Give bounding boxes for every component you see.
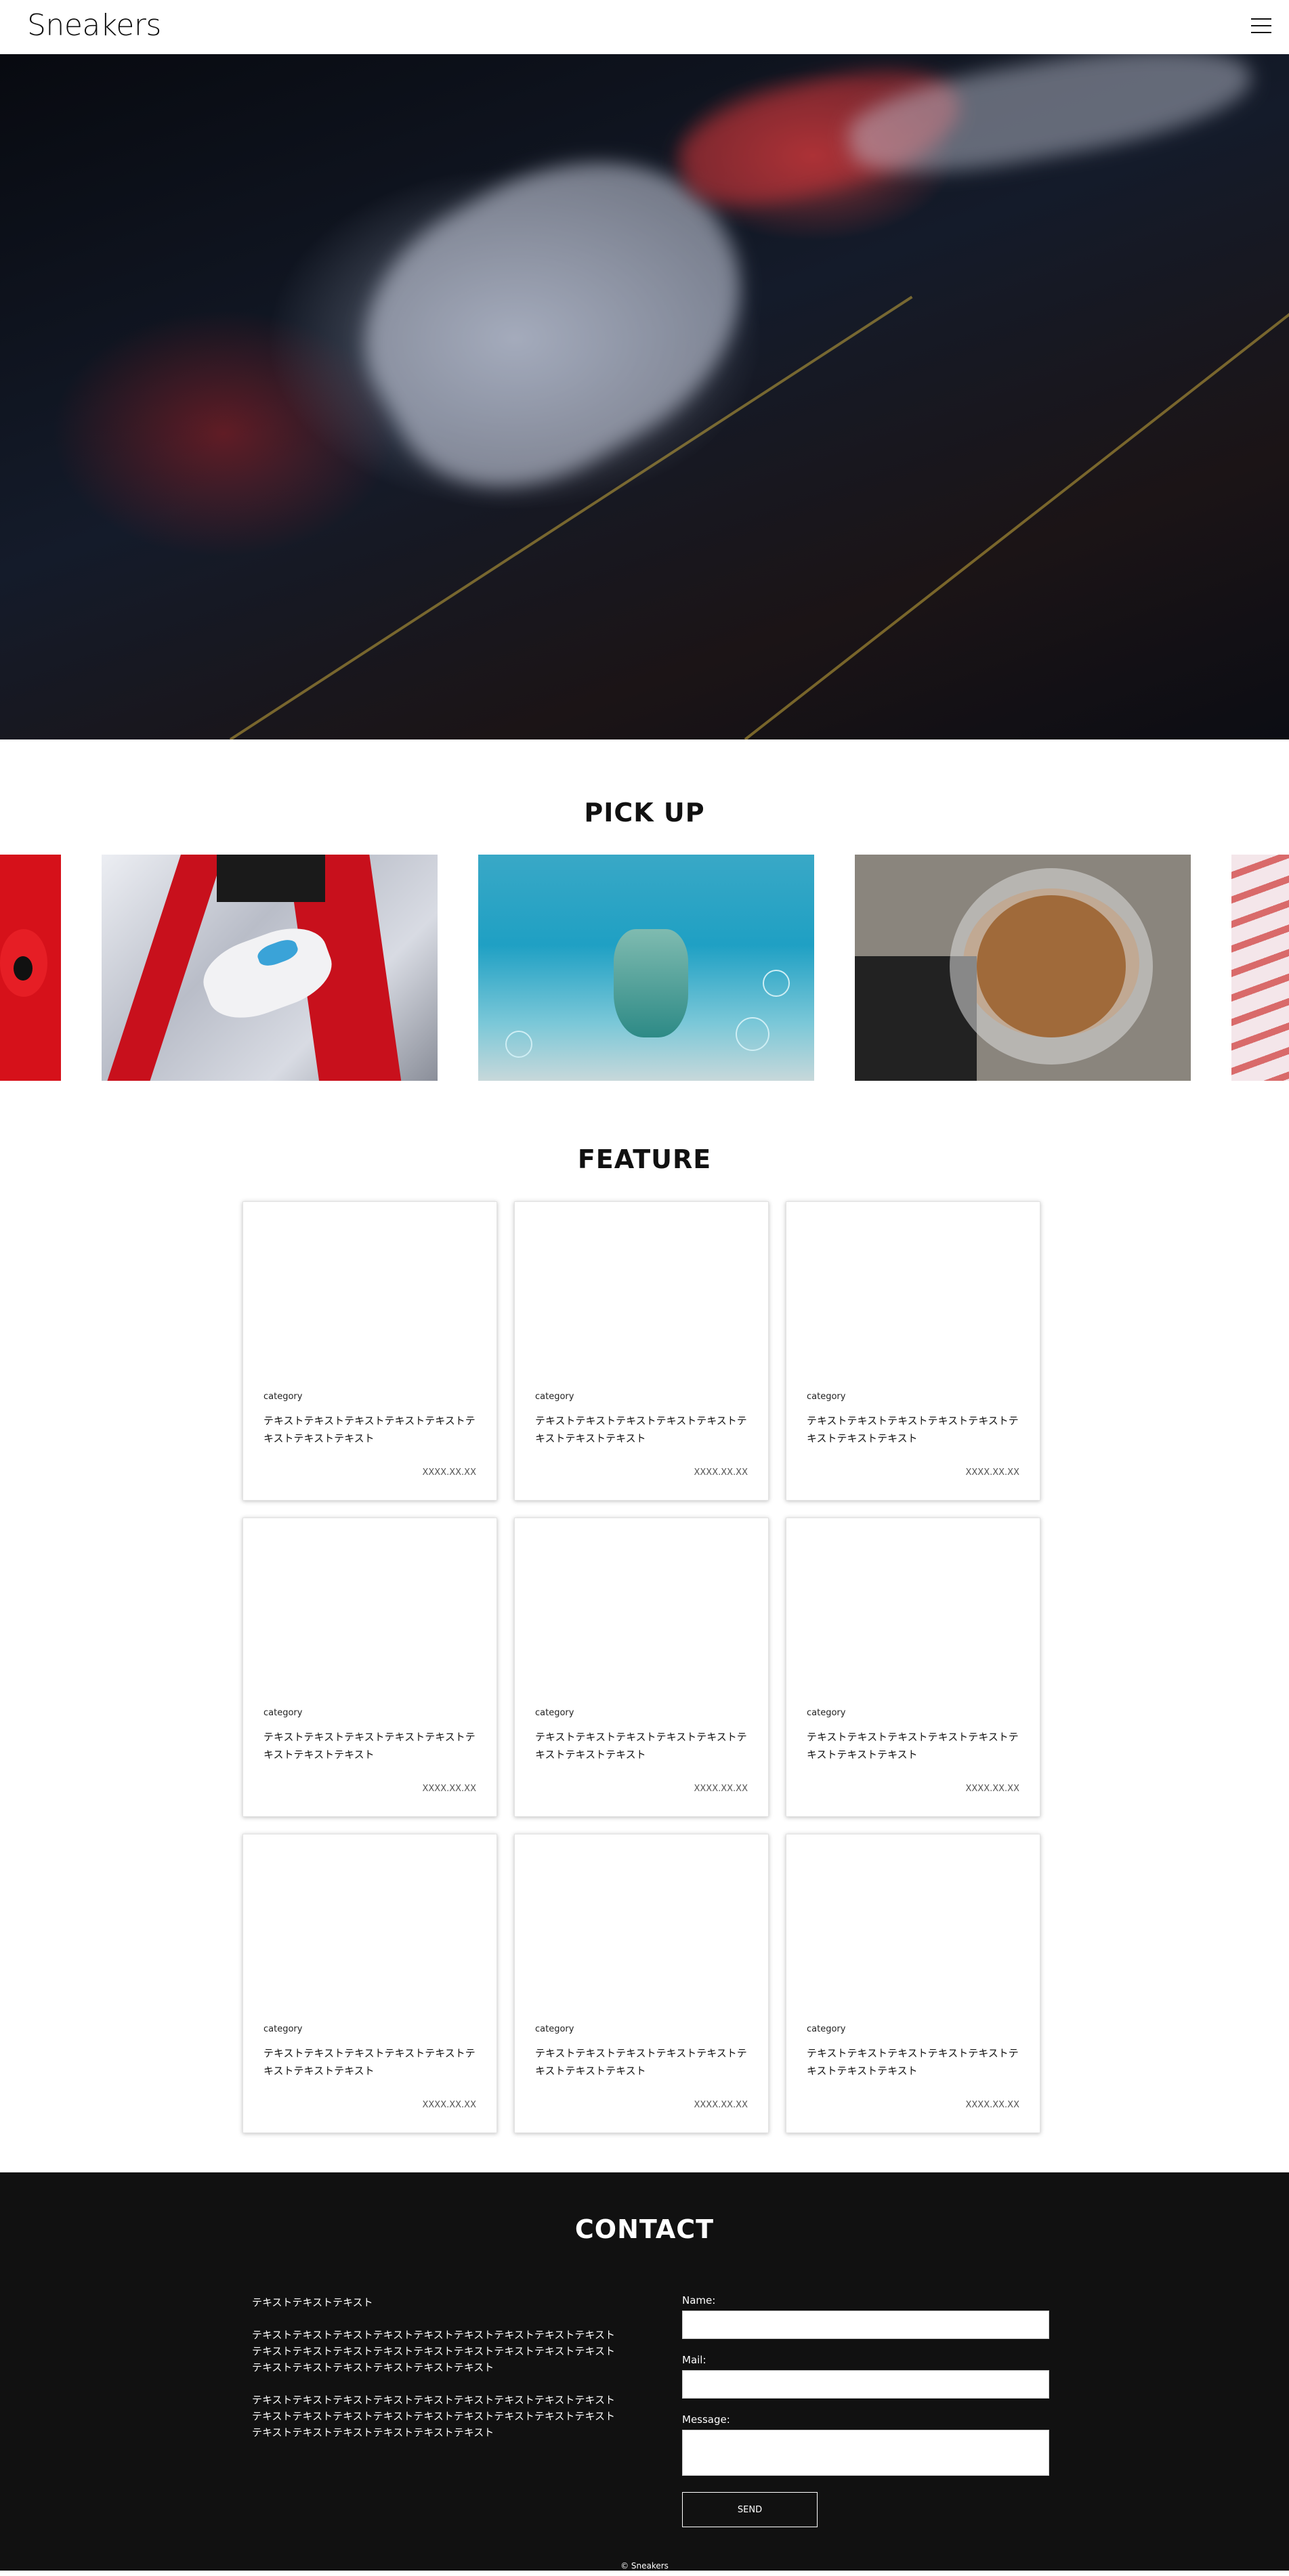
contact-paragraph: テキストテキストテキストテキストテキストテキストテキストテキストテキストテキスト… xyxy=(252,2394,615,2439)
card-category: category xyxy=(263,2024,303,2034)
contact-title: CONTACT xyxy=(574,2214,715,2244)
feature-card[interactable]: category テキストテキストテキストテキストテキストテキストテキストテキス… xyxy=(786,1834,1040,2133)
card-text: テキストテキストテキストテキストテキストテキストテキストテキスト xyxy=(263,1415,476,1444)
contact-paragraph: テキストテキストテキスト xyxy=(252,2296,373,2309)
card-date: XXXX.XX.XX xyxy=(965,1784,1019,1794)
hamburger-icon[interactable] xyxy=(1251,18,1271,35)
card-category: category xyxy=(263,1392,303,1402)
card-date: XXXX.XX.XX xyxy=(422,1467,476,1478)
contact-description: テキストテキストテキスト テキストテキストテキストテキストテキストテキストテキス… xyxy=(252,2294,618,2457)
card-category: category xyxy=(807,2024,846,2034)
send-button[interactable]: SEND xyxy=(682,2492,818,2527)
card-text: テキストテキストテキストテキストテキストテキストテキストテキスト xyxy=(535,2047,747,2077)
feature-card[interactable]: category テキストテキストテキストテキストテキストテキストテキストテキス… xyxy=(242,1518,497,1817)
feature-card[interactable]: category テキストテキストテキストテキストテキストテキストテキストテキス… xyxy=(514,1834,769,2133)
pickup-section: PICK UP xyxy=(0,739,1289,1142)
site-header: Sneakers xyxy=(0,0,1289,54)
card-category: category xyxy=(535,1708,574,1718)
feature-section: FEATURE category テキストテキストテキストテキストテキストテキス… xyxy=(0,1142,1289,2133)
copyright-text: © Sneakers xyxy=(620,2561,669,2571)
card-date: XXXX.XX.XX xyxy=(694,2100,748,2110)
card-category: category xyxy=(807,1392,846,1402)
card-text: テキストテキストテキストテキストテキストテキストテキストテキスト xyxy=(263,2047,476,2077)
contact-section: CONTACT テキストテキストテキスト テキストテキストテキストテキストテキス… xyxy=(0,2172,1289,2571)
feature-card[interactable]: category テキストテキストテキストテキストテキストテキストテキストテキス… xyxy=(242,1201,497,1501)
site-logo[interactable]: Sneakers xyxy=(27,8,161,43)
card-date: XXXX.XX.XX xyxy=(422,2100,476,2110)
feature-title: FEATURE xyxy=(577,1144,712,1174)
card-date: XXXX.XX.XX xyxy=(422,1784,476,1794)
pickup-image[interactable] xyxy=(478,855,814,1081)
card-text: テキストテキストテキストテキストテキストテキストテキストテキスト xyxy=(807,1415,1019,1444)
pickup-image[interactable] xyxy=(855,855,1191,1081)
card-category: category xyxy=(535,1392,574,1402)
pickup-image[interactable] xyxy=(1231,855,1289,1081)
name-input[interactable] xyxy=(682,2311,1049,2339)
card-date: XXXX.XX.XX xyxy=(965,2100,1019,2110)
hero-yellow-line xyxy=(744,238,1289,739)
card-date: XXXX.XX.XX xyxy=(694,1467,748,1478)
pickup-image[interactable] xyxy=(0,855,61,1081)
contact-form: Name: Mail: Message: SEND xyxy=(682,2294,1049,2527)
card-text: テキストテキストテキストテキストテキストテキストテキストテキスト xyxy=(535,1415,747,1444)
feature-card[interactable]: category テキストテキストテキストテキストテキストテキストテキストテキス… xyxy=(514,1201,769,1501)
pickup-image[interactable] xyxy=(102,855,438,1081)
pickup-carousel[interactable] xyxy=(0,855,1289,1081)
feature-card[interactable]: category テキストテキストテキストテキストテキストテキストテキストテキス… xyxy=(786,1201,1040,1501)
card-text: テキストテキストテキストテキストテキストテキストテキストテキスト xyxy=(263,1731,476,1761)
message-label: Message: xyxy=(682,2413,730,2426)
message-textarea[interactable] xyxy=(682,2430,1049,2476)
contact-paragraph: テキストテキストテキストテキストテキストテキストテキストテキストテキストテキスト… xyxy=(252,2329,615,2374)
mail-input[interactable] xyxy=(682,2370,1049,2399)
feature-card[interactable]: category テキストテキストテキストテキストテキストテキストテキストテキス… xyxy=(242,1834,497,2133)
name-label: Name: xyxy=(682,2294,716,2306)
card-date: XXXX.XX.XX xyxy=(694,1784,748,1794)
card-category: category xyxy=(535,2024,574,2034)
card-text: テキストテキストテキストテキストテキストテキストテキストテキスト xyxy=(807,1731,1019,1761)
card-text: テキストテキストテキストテキストテキストテキストテキストテキスト xyxy=(535,1731,747,1761)
hero-image xyxy=(0,54,1289,739)
pickup-title: PICK UP xyxy=(584,798,705,828)
card-date: XXXX.XX.XX xyxy=(965,1467,1019,1478)
mail-label: Mail: xyxy=(682,2354,706,2366)
card-category: category xyxy=(807,1708,846,1718)
feature-grid: category テキストテキストテキストテキストテキストテキストテキストテキス… xyxy=(242,1201,1047,2133)
feature-card[interactable]: category テキストテキストテキストテキストテキストテキストテキストテキス… xyxy=(514,1518,769,1817)
card-text: テキストテキストテキストテキストテキストテキストテキストテキスト xyxy=(807,2047,1019,2077)
card-category: category xyxy=(263,1708,303,1718)
feature-card[interactable]: category テキストテキストテキストテキストテキストテキストテキストテキス… xyxy=(786,1518,1040,1817)
